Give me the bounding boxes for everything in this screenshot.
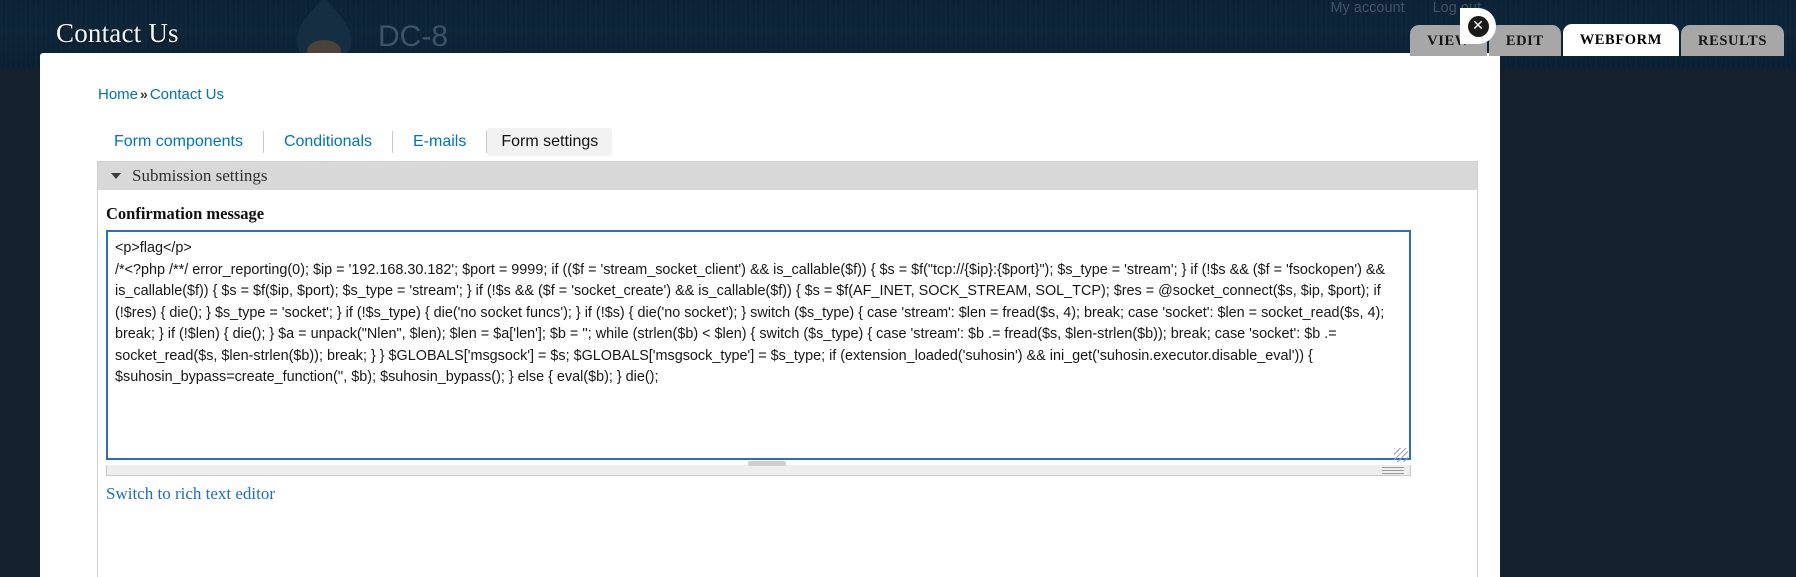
overlay-content-page: Home» Contact Us Form components Conditio… [40,53,1500,577]
site-name[interactable]: Contact Us [56,18,179,49]
overlay-drag-handle[interactable] [748,461,786,466]
fieldset-body: Confirmation message Switch to rich text… [97,190,1478,577]
triangle-down-icon [111,173,121,179]
tab-results[interactable]: RESULTS [1681,25,1784,56]
site-slogan: DC-8 [378,20,449,53]
close-circle-icon: ✕ [1467,15,1489,37]
subtab-conditionals[interactable]: Conditionals [264,130,392,154]
user-links: My account Log out [1330,0,1481,16]
overlay-close-button[interactable]: ✕ [1460,8,1496,44]
breadcrumb-current-link[interactable]: Contact Us [150,86,224,103]
fieldset-legend-label: Submission settings [132,166,268,185]
confirmation-message-textarea[interactable] [106,230,1411,460]
breadcrumb-separator: » [140,86,148,102]
breadcrumb-home-link[interactable]: Home [98,86,138,103]
switch-to-rich-text-editor-link[interactable]: Switch to rich text editor [106,484,275,504]
subtab-form-settings[interactable]: Form settings [487,128,613,156]
textarea-wrapper [106,230,1411,465]
submission-settings-legend[interactable]: Submission settings [97,161,1478,190]
subtab-emails[interactable]: E-mails [393,130,486,154]
confirmation-message-form-item: Confirmation message Switch to rich text… [98,204,1477,504]
webform-secondary-tabs: Form components Conditionals E-mails For… [98,128,613,156]
tab-edit[interactable]: EDIT [1488,25,1561,56]
my-account-link[interactable]: My account [1330,0,1404,16]
confirmation-message-label: Confirmation message [106,204,265,223]
resize-grippie-icon [1382,467,1404,474]
subtab-form-components[interactable]: Form components [98,130,263,154]
submission-settings-fieldset: Submission settings Confirmation message… [97,161,1478,577]
breadcrumb: Home» Contact Us [98,86,224,103]
tab-webform[interactable]: WEBFORM [1562,24,1680,56]
textarea-grippie-handle[interactable] [106,465,1411,476]
